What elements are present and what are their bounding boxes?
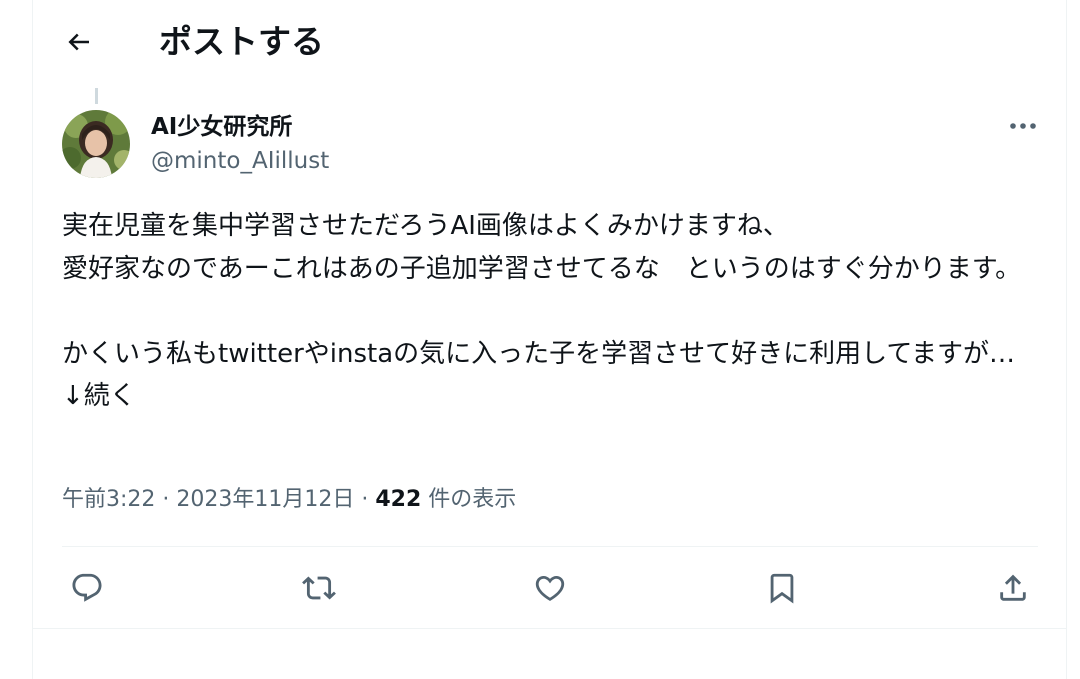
avatar[interactable] (62, 110, 130, 178)
post-metadata: 午前3:22 · 2023年11月12日 · 422 件の表示 (62, 484, 516, 516)
post-text: 実在児童を集中学習させただろうAI画像はよくみかけますね、 愛好家なのであーこれ… (62, 211, 1022, 411)
like-button[interactable] (522, 560, 578, 616)
reply-icon (70, 571, 104, 605)
page-title: ポストする (159, 22, 324, 61)
divider (62, 546, 1038, 547)
more-horizontal-icon (1009, 121, 1037, 131)
post-time[interactable]: 午前3:22 (62, 487, 155, 512)
meta-separator: · (155, 487, 177, 512)
divider (33, 628, 1066, 629)
post-detail-panel: ポストする AI少女研究所 @minto_AIillust 実在児童を集中学習さ… (32, 0, 1067, 679)
page-header: ポストする (33, 0, 1066, 86)
share-icon (996, 571, 1030, 605)
repost-icon (302, 571, 336, 605)
action-bar (33, 560, 1066, 616)
more-options-button[interactable] (1001, 108, 1045, 144)
thread-connector-line (95, 88, 98, 104)
views-label: 件の表示 (421, 487, 517, 512)
post-date[interactable]: 2023年11月12日 (176, 487, 354, 512)
bookmark-icon (765, 571, 799, 605)
views-count: 422 (375, 487, 422, 512)
repost-button[interactable] (291, 560, 347, 616)
reply-button[interactable] (59, 560, 115, 616)
meta-separator: · (354, 487, 376, 512)
author-handle[interactable]: @minto_AIillust (151, 146, 329, 176)
arrow-left-icon (64, 27, 94, 57)
back-button[interactable] (55, 22, 103, 62)
share-button[interactable] (985, 560, 1041, 616)
bookmark-button[interactable] (754, 560, 810, 616)
like-icon (533, 571, 567, 605)
author-name[interactable]: AI少女研究所 (151, 112, 292, 142)
